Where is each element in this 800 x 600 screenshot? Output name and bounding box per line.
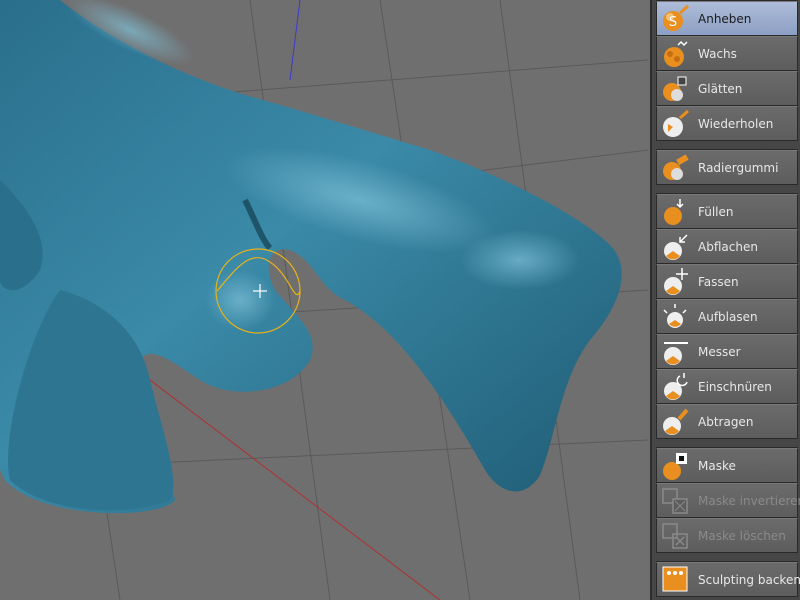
brush-group-primary: S Anheben Wachs Glätten Wiederholen — [656, 0, 798, 141]
tool-fassen-button[interactable]: Fassen — [656, 264, 798, 299]
knife-brush-icon — [664, 341, 688, 365]
tool-label: Füllen — [698, 204, 734, 219]
pinch-brush-icon — [664, 372, 688, 400]
tool-wachs-button[interactable]: Wachs — [656, 36, 798, 71]
mask-invert-icon — [662, 487, 688, 514]
mask-clear-icon — [662, 522, 688, 549]
tool-abflachen-button[interactable]: Abflachen — [656, 229, 798, 264]
tool-label: Maske invertieren — [698, 493, 800, 508]
tool-radiergummi-button[interactable]: Radiergummi — [656, 150, 798, 185]
brush-group-eraser: Radiergummi — [656, 149, 798, 185]
tool-label: Radiergummi — [698, 160, 779, 175]
tool-label: Messer — [698, 344, 741, 359]
tool-sculpting-backen-button[interactable]: Sculpting backen — [656, 562, 800, 597]
tool-maske-loeschen-button[interactable]: Maske löschen — [656, 518, 798, 553]
mask-icon — [663, 452, 687, 480]
flatten-brush-icon — [664, 233, 688, 260]
tool-wiederholen-button[interactable]: Wiederholen — [656, 106, 798, 141]
tool-label: Sculpting backen — [698, 572, 800, 587]
tool-label: Maske löschen — [698, 528, 786, 543]
sculpt-mesh[interactable] — [0, 0, 622, 514]
bake-sculpt-icon — [662, 566, 688, 591]
tool-glaetten-button[interactable]: Glätten — [656, 71, 798, 106]
tool-aufblasen-button[interactable]: Aufblasen — [656, 299, 798, 334]
axis-line-red — [149, 379, 441, 600]
tool-label: Aufblasen — [698, 309, 758, 324]
inflate-brush-icon — [663, 303, 687, 328]
tool-abtragen-button[interactable]: Abtragen — [656, 404, 798, 439]
svg-text:S: S — [669, 15, 677, 30]
tool-label: Maske — [698, 458, 736, 473]
tool-einschnueren-button[interactable]: Einschnüren — [656, 369, 798, 404]
tool-label: Einschnüren — [698, 379, 772, 394]
tool-label: Wachs — [698, 46, 737, 61]
pull-brush-icon: S — [663, 4, 689, 31]
tool-label: Anheben — [698, 11, 752, 26]
tool-label: Glätten — [698, 81, 743, 96]
mask-group: Maske Maske invertieren Maske löschen — [656, 447, 800, 553]
axis-line-blue — [289, 0, 301, 81]
scrape-brush-icon — [663, 408, 689, 435]
tool-label: Abtragen — [698, 414, 754, 429]
smooth-brush-icon — [663, 76, 687, 101]
tool-label: Fassen — [698, 274, 739, 289]
eraser-brush-icon — [663, 153, 689, 180]
fill-brush-icon — [664, 198, 684, 225]
tool-label: Abflachen — [698, 239, 758, 254]
tool-fuellen-button[interactable]: Füllen — [656, 194, 798, 229]
sculpt-viewport[interactable] — [0, 0, 648, 600]
brush-group-shaping: Füllen Abflachen Fassen Aufblasen Messer… — [656, 193, 798, 439]
repeat-brush-icon — [663, 109, 689, 137]
wax-brush-icon — [664, 40, 688, 67]
sculpt-tool-palette: S Anheben Wachs Glätten Wiederholen Radi… — [650, 0, 800, 600]
grab-brush-icon — [664, 267, 688, 295]
tool-maske-invertieren-button[interactable]: Maske invertieren — [656, 483, 800, 518]
tool-anheben-button[interactable]: S Anheben — [656, 1, 798, 36]
tool-label: Wiederholen — [698, 116, 774, 131]
tool-maske-button[interactable]: Maske — [656, 448, 798, 483]
bake-group: Sculpting backen — [656, 561, 800, 597]
tool-messer-button[interactable]: Messer — [656, 334, 798, 369]
